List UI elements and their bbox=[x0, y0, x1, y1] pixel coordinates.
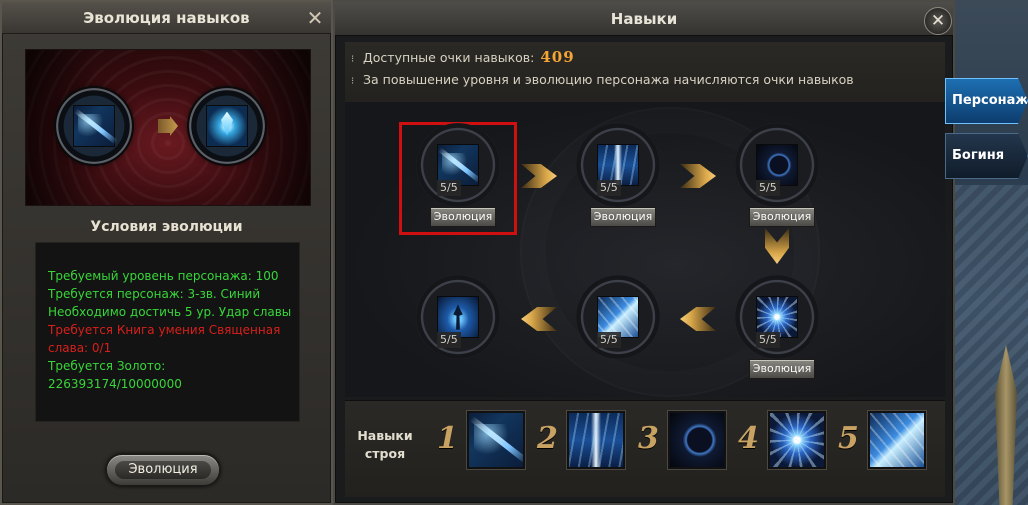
evolution-panel: Эволюция навыков ✕ Условия эволюции Треб… bbox=[0, 0, 333, 505]
condition-line: Требуется Книга умения Священная bbox=[48, 323, 281, 337]
evolve-skill-button[interactable]: Эволюция bbox=[749, 207, 815, 227]
available-points-label: Доступные очки навыков: bbox=[363, 50, 535, 65]
evolution-panel-title: Эволюция навыков bbox=[2, 2, 331, 34]
skills-panel: Навыки ✕ ⁝ Доступные очки навыков: 409 ⁝ За… bbox=[333, 0, 955, 505]
formation-label-line1: Навыки bbox=[357, 428, 413, 443]
skill-level: 5/5 bbox=[437, 332, 461, 348]
skill-tree: 5/5 Эволюция 5/5 Эволюция 5/5 Эволюция 5… bbox=[345, 102, 945, 397]
formation-slot-1[interactable]: 1 bbox=[437, 411, 527, 471]
condition-line: слава: 0/1 bbox=[48, 341, 112, 355]
evolve-skill-button[interactable]: Эволюция bbox=[430, 207, 496, 227]
skill-node-3[interactable]: 5/5 Эволюция bbox=[735, 123, 819, 227]
game-world-background bbox=[955, 0, 1028, 505]
condition-line: Требуемый уровень персонажа: 100 bbox=[48, 269, 279, 283]
evolve-button[interactable]: Эволюция bbox=[106, 454, 220, 486]
conditions-list: Требуемый уровень персонажа: 100 Требует… bbox=[35, 242, 300, 422]
formation-skills-bar: Навыки строя 1 2 3 4 5 bbox=[345, 400, 945, 497]
hint-row: ⁝ За повышение уровня и эволюцию персонаж… bbox=[351, 72, 854, 87]
formation-label: Навыки строя bbox=[357, 427, 413, 463]
skill-node-6[interactable]: 5/5 bbox=[416, 275, 500, 359]
slot-number: 2 bbox=[537, 421, 558, 456]
game-screen: Эволюция навыков ✕ Условия эволюции Треб… bbox=[0, 0, 1028, 505]
condition-line: Необходимо достичь 5 ур. Удар славы bbox=[48, 305, 292, 319]
skill-node-5[interactable]: 5/5 bbox=[576, 275, 660, 359]
skill-node-4[interactable]: 5/5 Эволюция bbox=[735, 275, 819, 379]
available-points-value: 409 bbox=[540, 48, 575, 66]
lightning-skill-icon[interactable] bbox=[567, 411, 625, 469]
slot-number: 3 bbox=[638, 421, 659, 456]
skills-panel-title: Навыки bbox=[335, 2, 953, 36]
skill-level: 5/5 bbox=[597, 332, 621, 348]
roof-texture bbox=[955, 185, 1028, 505]
sword-skill-icon bbox=[73, 105, 115, 147]
sword-skill-icon[interactable] bbox=[467, 411, 525, 469]
condition-line: Требуется персонаж: 3-зв. Синий bbox=[48, 287, 261, 301]
skill-level: 5/5 bbox=[756, 180, 780, 196]
crystal-skill-icon bbox=[206, 105, 248, 147]
slot-number: 1 bbox=[437, 421, 458, 456]
skill-points-info: ⁝ Доступные очки навыков: 409 ⁝ За повышени… bbox=[345, 42, 945, 102]
skill-node-2[interactable]: 5/5 Эволюция bbox=[576, 123, 660, 227]
bullet-icon: ⁝ bbox=[351, 76, 355, 87]
orb-skill-icon[interactable] bbox=[668, 411, 726, 469]
evolve-skill-button[interactable]: Эволюция bbox=[590, 207, 656, 227]
skill-level: 5/5 bbox=[437, 180, 461, 196]
evolve-skill-button[interactable]: Эволюция bbox=[749, 359, 815, 379]
evolve-button-label: Эволюция bbox=[128, 462, 198, 477]
skill-level: 5/5 bbox=[597, 180, 621, 196]
close-icon[interactable]: ✕ bbox=[304, 7, 326, 29]
slot-number: 4 bbox=[738, 421, 759, 456]
skill-level: 5/5 bbox=[756, 332, 780, 348]
evolution-target-slot bbox=[189, 88, 265, 164]
evolution-source-slot bbox=[56, 88, 132, 164]
skill-node-1[interactable]: 5/5 Эволюция bbox=[416, 123, 500, 227]
hint-text: За повышение уровня и эволюцию персонажа… bbox=[363, 72, 854, 87]
bullet-icon: ⁝ bbox=[351, 54, 355, 65]
shards-skill-icon[interactable] bbox=[868, 411, 926, 469]
tab-character[interactable]: Персонаж bbox=[945, 78, 1028, 124]
formation-slot-4[interactable]: 4 bbox=[738, 411, 828, 471]
slot-number: 5 bbox=[838, 421, 859, 456]
burst-skill-icon[interactable] bbox=[768, 411, 826, 469]
formation-slot-2[interactable]: 2 bbox=[537, 411, 627, 471]
formation-slot-5[interactable]: 5 bbox=[838, 411, 928, 471]
evolution-preview bbox=[25, 49, 311, 206]
condition-line: 226393174/10000000 bbox=[48, 377, 182, 391]
close-icon[interactable]: ✕ bbox=[924, 7, 952, 35]
formation-label-line2: строя bbox=[364, 446, 406, 461]
available-points-row: ⁝ Доступные очки навыков: 409 bbox=[351, 48, 575, 66]
formation-slot-3[interactable]: 3 bbox=[638, 411, 728, 471]
condition-line: Требуется Золото: bbox=[48, 359, 166, 373]
tab-goddess[interactable]: Богиня bbox=[945, 133, 1028, 179]
conditions-title: Условия эволюции bbox=[90, 219, 243, 235]
